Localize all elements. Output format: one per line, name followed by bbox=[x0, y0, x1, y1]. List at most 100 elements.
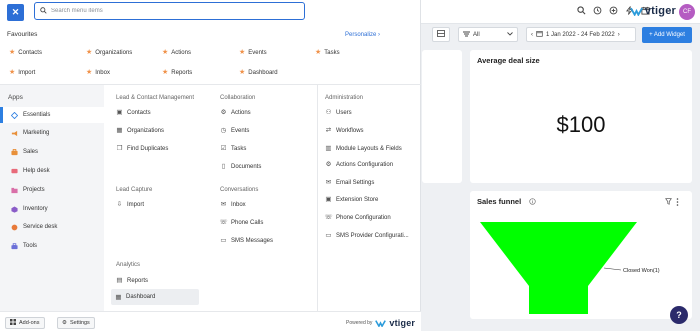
favourite-item-tasks[interactable]: ★ Tasks bbox=[315, 49, 340, 56]
app-item-help-desk[interactable]: Help desk bbox=[0, 163, 104, 179]
search-input[interactable] bbox=[51, 8, 291, 14]
menu-item-find-duplicates[interactable]: ❐ Find Duplicates bbox=[116, 145, 169, 152]
layout-toggle-button[interactable] bbox=[432, 27, 450, 42]
diamond-icon bbox=[10, 111, 18, 119]
report-icon: ▤ bbox=[116, 277, 123, 284]
add-widget-button[interactable]: + Add Widget bbox=[642, 27, 692, 43]
app-menu: ✕ Favourites Personalize › ★Contacts ★Or… bbox=[0, 0, 421, 331]
avatar[interactable]: CF bbox=[679, 4, 695, 20]
search-icon bbox=[40, 6, 47, 16]
email-icon: ✉ bbox=[325, 179, 332, 186]
menu-item-import[interactable]: ⇩ Import bbox=[116, 201, 144, 208]
menu-item-label: Users bbox=[336, 109, 352, 116]
app-label: Marketing bbox=[23, 130, 50, 136]
app-item-marketing[interactable]: Marketing bbox=[0, 125, 104, 141]
menu-item-actions[interactable]: ⚙ Actions bbox=[220, 109, 251, 116]
menu-item-inbox[interactable]: ✉ Inbox bbox=[220, 201, 246, 208]
close-menu-button[interactable]: ✕ bbox=[7, 4, 24, 21]
search-icon[interactable] bbox=[577, 6, 586, 15]
personalize-link[interactable]: Personalize › bbox=[345, 32, 380, 38]
favourite-label: Import bbox=[18, 69, 36, 76]
menu-item-label: Actions bbox=[231, 109, 251, 116]
favourite-item-import[interactable]: ★ Import bbox=[9, 69, 35, 76]
menu-item-extension-store[interactable]: ▣ Extension Store bbox=[325, 196, 378, 203]
tools-icon bbox=[10, 242, 18, 250]
history-icon[interactable] bbox=[593, 6, 602, 15]
favourite-item-inbox[interactable]: ★ Inbox bbox=[86, 69, 110, 76]
menu-item-phone-calls[interactable]: ☏ Phone Calls bbox=[219, 219, 263, 226]
funnel-shape[interactable] bbox=[480, 222, 637, 314]
layout-icon bbox=[437, 30, 445, 39]
app-label: Sales bbox=[23, 149, 39, 155]
menu-item-label: Email Settings bbox=[336, 179, 375, 186]
app-item-sales[interactable]: Sales bbox=[0, 144, 104, 160]
favourite-item-contacts[interactable]: ★ Contacts bbox=[9, 49, 42, 56]
group-title-lead-contact: Lead & Contact Management bbox=[116, 95, 195, 101]
menu-item-label: Workflows bbox=[336, 127, 364, 134]
menu-item-module-layouts[interactable]: ▥ Module Layouts & Fields bbox=[325, 145, 402, 152]
help-button[interactable]: ? bbox=[670, 306, 688, 324]
app-item-essentials[interactable]: Essentials bbox=[0, 107, 104, 123]
menu-item-contacts[interactable]: ▣ Contacts bbox=[116, 109, 150, 116]
menu-item-events[interactable]: ◷ Events bbox=[220, 127, 250, 134]
settings-icon: ⚙ bbox=[325, 161, 332, 168]
deal-value: $100 bbox=[556, 112, 606, 137]
menu-item-dashboard[interactable]: ▦ Dashboard bbox=[111, 289, 199, 305]
powered-by: Powered by vtiger bbox=[346, 318, 415, 328]
funnel-label: Closed Won(1) bbox=[623, 268, 660, 274]
app-item-inventory[interactable]: Inventory bbox=[0, 201, 104, 217]
menu-item-reports[interactable]: ▤ Reports bbox=[116, 277, 148, 284]
help-desk-icon bbox=[10, 167, 18, 175]
menu-item-label: Extension Store bbox=[336, 196, 379, 203]
favourite-item-reports[interactable]: ★ Reports bbox=[162, 69, 192, 76]
menu-item-organizations[interactable]: ▦ Organizations bbox=[116, 127, 164, 134]
menu-item-label: Phone Configuration bbox=[336, 214, 391, 221]
chevron-right-icon[interactable]: › bbox=[618, 32, 620, 38]
sales-funnel-widget: Sales funnel Closed Won(1) bbox=[470, 191, 692, 319]
menu-item-tasks[interactable]: ☑ Tasks bbox=[220, 145, 247, 152]
building-icon: ▦ bbox=[116, 127, 123, 134]
group-title-administration: Administration bbox=[325, 95, 364, 101]
favourite-label: Events bbox=[248, 49, 267, 56]
task-icon: ☑ bbox=[220, 145, 227, 152]
menu-item-label: SMS Provider Configurati... bbox=[336, 232, 409, 239]
filter-select[interactable]: All bbox=[458, 27, 518, 42]
inbox-icon: ✉ bbox=[220, 201, 227, 208]
app-item-projects[interactable]: Projects bbox=[0, 182, 104, 198]
gear-icon: ⚙ bbox=[62, 320, 67, 326]
app-item-tools[interactable]: Tools bbox=[0, 238, 104, 254]
inventory-icon bbox=[10, 205, 18, 213]
app-item-service-desk[interactable]: Service desk bbox=[0, 219, 104, 235]
settings-button[interactable]: ⚙ Settings bbox=[57, 317, 95, 329]
menu-item-users[interactable]: ⚇ Users bbox=[325, 109, 352, 116]
favourite-item-dashboard[interactable]: ★ Dashboard bbox=[239, 69, 278, 76]
calendar-icon bbox=[536, 30, 543, 39]
menu-item-workflows[interactable]: ⇄ Workflows bbox=[325, 127, 364, 134]
menu-item-sms-provider[interactable]: ▭ SMS Provider Configurati... bbox=[325, 232, 409, 239]
date-range-picker[interactable]: ‹ 1 Jan 2022 - 24 Feb 2022 › bbox=[526, 27, 636, 42]
app-label: Projects bbox=[23, 187, 45, 193]
sms-icon: ▭ bbox=[325, 232, 332, 239]
menu-item-label: Module Layouts & Fields bbox=[336, 145, 402, 152]
favourite-label: Actions bbox=[171, 49, 191, 56]
menu-item-documents[interactable]: ▯ Documents bbox=[220, 163, 262, 170]
menu-item-actions-configuration[interactable]: ⚙ Actions Configuration bbox=[325, 161, 393, 168]
actions-icon: ⚙ bbox=[220, 109, 227, 116]
menu-item-phone-configuration[interactable]: ☏ Phone Configuration bbox=[324, 214, 391, 221]
vtiger-logo[interactable]: vtiger bbox=[629, 5, 676, 17]
duplicates-icon: ❐ bbox=[116, 145, 123, 152]
menu-item-sms-messages[interactable]: ▭ SMS Messages bbox=[220, 237, 273, 244]
funnel-label-leader bbox=[603, 267, 622, 271]
favourite-item-actions[interactable]: ★ Actions bbox=[162, 49, 191, 56]
favourite-item-events[interactable]: ★ Events bbox=[239, 49, 267, 56]
app-label: Essentials bbox=[23, 112, 51, 118]
add-circle-icon[interactable] bbox=[609, 6, 618, 15]
favourite-label: Contacts bbox=[18, 49, 42, 56]
sales-icon bbox=[10, 148, 18, 156]
menu-item-email-settings[interactable]: ✉ Email Settings bbox=[325, 179, 375, 186]
addons-button[interactable]: Add-ons bbox=[5, 317, 45, 329]
chevron-left-icon[interactable]: ‹ bbox=[531, 32, 533, 38]
favourite-item-organizations[interactable]: ★ Organizations bbox=[86, 49, 132, 56]
menu-item-label: Organizations bbox=[127, 127, 165, 134]
app-label: Tools bbox=[23, 243, 38, 249]
